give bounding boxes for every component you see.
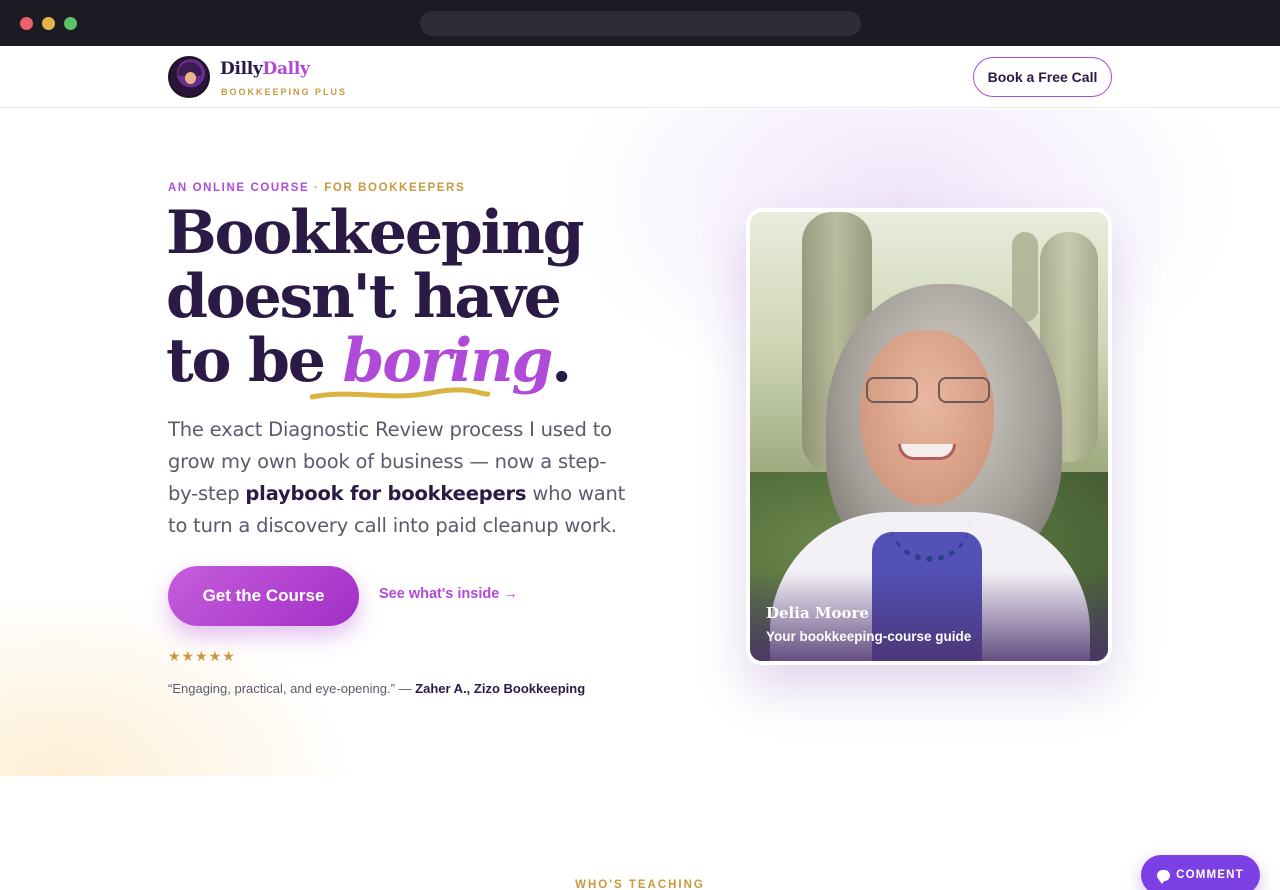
window-maximize-button[interactable] xyxy=(64,17,77,30)
eyebrow-audience: FOR BOOKKEEPERS xyxy=(324,182,466,194)
brand-name[interactable]: DillyDally xyxy=(220,59,310,79)
window-close-button[interactable] xyxy=(20,17,33,30)
photo-smile xyxy=(898,444,956,460)
brand-tagline: BOOKKEEPING PLUS xyxy=(221,87,348,97)
eyebrow-course: AN ONLINE COURSE xyxy=(168,182,310,194)
see-whats-inside-link[interactable]: See what's inside → xyxy=(379,586,518,602)
photo-face xyxy=(860,330,994,506)
photo-cactus-arm xyxy=(1012,232,1038,322)
instructor-role: Your bookkeeping-course guide xyxy=(766,629,972,644)
hero-section: AN ONLINE COURSE · FOR BOOKKEEPERS Bookk… xyxy=(0,109,1280,776)
comment-button[interactable]: COMMENT xyxy=(1141,855,1260,890)
get-course-button[interactable]: Get the Course xyxy=(168,566,359,626)
underline-squiggle xyxy=(310,387,490,400)
logo-face-shape xyxy=(185,72,196,84)
instructor-name: Delia Moore xyxy=(766,604,869,622)
photo-glasses xyxy=(866,377,990,405)
book-free-call-button[interactable]: Book a Free Call xyxy=(973,57,1112,97)
headline-line-1: Bookkeeping xyxy=(166,198,585,268)
comment-label: COMMENT xyxy=(1176,869,1244,881)
quote-text: “Engaging, practical, and eye-opening.” … xyxy=(168,681,416,696)
site-header: DillyDally BOOKKEEPING PLUS Book a Free … xyxy=(0,46,1280,108)
quote-author: Zaher A., Zizo Bookkeeping xyxy=(415,681,586,696)
brand-name-second: Dally xyxy=(262,59,310,79)
brand-logo[interactable] xyxy=(168,56,210,98)
testimonial-quote: “Engaging, practical, and eye-opening.” … xyxy=(168,681,585,696)
headline-period: . xyxy=(551,326,572,396)
rating-stars: ★★★★★ xyxy=(168,649,236,665)
eyebrow-separator: · xyxy=(309,182,325,194)
lede-bold: playbook for bookkeepers xyxy=(245,482,527,505)
hero-headline: Bookkeeping doesn't have to be boring. xyxy=(166,201,686,393)
hero-description: The exact Diagnostic Review process I us… xyxy=(168,414,628,542)
whos-teaching-eyebrow: WHO'S TEACHING xyxy=(575,879,705,890)
address-bar[interactable] xyxy=(420,11,861,36)
headline-line-2: doesn't have xyxy=(166,262,562,332)
browser-chrome xyxy=(0,0,1280,46)
window-minimize-button[interactable] xyxy=(42,17,55,30)
instructor-card: Delia Moore Your bookkeeping-course guid… xyxy=(746,208,1112,665)
chat-bubble-icon xyxy=(1157,869,1171,884)
instructor-photo: Delia Moore Your bookkeeping-course guid… xyxy=(750,212,1108,661)
hero-eyebrow: AN ONLINE COURSE · FOR BOOKKEEPERS xyxy=(168,182,465,194)
brand-name-first: Dilly xyxy=(220,59,263,79)
